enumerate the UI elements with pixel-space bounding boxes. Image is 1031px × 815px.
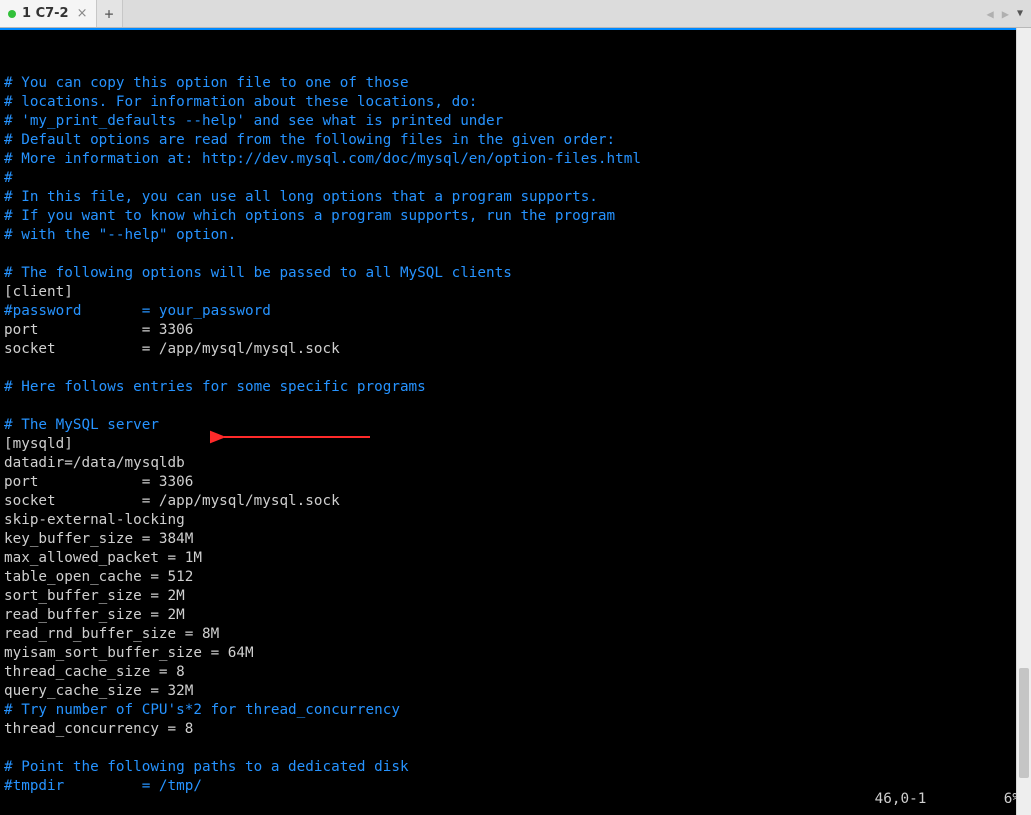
editor-line: # Here follows entries for some specific… xyxy=(4,378,1027,397)
editor-line: # 'my_print_defaults --help' and see wha… xyxy=(4,112,1027,131)
editor-line: # The following options will be passed t… xyxy=(4,264,1027,283)
editor-line: # with the "--help" option. xyxy=(4,226,1027,245)
plus-icon: + xyxy=(105,5,114,23)
editor-line: read_buffer_size = 2M xyxy=(4,606,1027,625)
tab-bar: 1 C7-2 × + ◀ ▶ ▼ xyxy=(0,0,1031,28)
nav-next-icon[interactable]: ▶ xyxy=(1000,7,1011,21)
editor-line: # You can copy this option file to one o… xyxy=(4,74,1027,93)
close-icon[interactable]: × xyxy=(77,6,88,21)
editor-line: myisam_sort_buffer_size = 64M xyxy=(4,644,1027,663)
editor-line: # Default options are read from the foll… xyxy=(4,131,1027,150)
editor-line: skip-external-locking xyxy=(4,511,1027,530)
editor-line: port = 3306 xyxy=(4,473,1027,492)
tab-nav: ◀ ▶ ▼ xyxy=(985,0,1031,27)
editor-line xyxy=(4,245,1027,264)
tab-title: 1 C7-2 xyxy=(22,6,69,21)
tab-menu-icon[interactable]: ▼ xyxy=(1015,8,1025,19)
scrollbar[interactable] xyxy=(1016,28,1031,815)
vim-status-line: 46,0-1 6% xyxy=(875,790,1021,809)
editor-line: # Point the following paths to a dedicat… xyxy=(4,758,1027,777)
scrollbar-thumb[interactable] xyxy=(1019,668,1029,778)
editor-line: # In this file, you can use all long opt… xyxy=(4,188,1027,207)
editor-line xyxy=(4,739,1027,758)
editor-line: # More information at: http://dev.mysql.… xyxy=(4,150,1027,169)
editor-line: #tmpdir = /tmp/ xyxy=(4,777,1027,796)
editor-line: socket = /app/mysql/mysql.sock xyxy=(4,340,1027,359)
editor-line: # If you want to know which options a pr… xyxy=(4,207,1027,226)
cursor-position: 46,0-1 xyxy=(875,791,927,807)
editor-line: socket = /app/mysql/mysql.sock xyxy=(4,492,1027,511)
editor-line xyxy=(4,359,1027,378)
editor-line: # Try number of CPU's*2 for thread_concu… xyxy=(4,701,1027,720)
terminal-viewport[interactable]: # You can copy this option file to one o… xyxy=(0,28,1031,815)
editor-line: max_allowed_packet = 1M xyxy=(4,549,1027,568)
editor-line: query_cache_size = 32M xyxy=(4,682,1027,701)
editor-line: [client] xyxy=(4,283,1027,302)
editor-line: table_open_cache = 512 xyxy=(4,568,1027,587)
editor-line: port = 3306 xyxy=(4,321,1027,340)
editor-content: # You can copy this option file to one o… xyxy=(4,74,1027,796)
editor-line xyxy=(4,397,1027,416)
editor-line: # locations. For information about these… xyxy=(4,93,1027,112)
editor-line: [mysqld] xyxy=(4,435,1027,454)
nav-prev-icon[interactable]: ◀ xyxy=(985,7,996,21)
tab-session-1[interactable]: 1 C7-2 × xyxy=(0,0,97,27)
editor-line: # xyxy=(4,169,1027,188)
editor-line: # The MySQL server xyxy=(4,416,1027,435)
editor-line: read_rnd_buffer_size = 8M xyxy=(4,625,1027,644)
editor-line: thread_cache_size = 8 xyxy=(4,663,1027,682)
editor-line: key_buffer_size = 384M xyxy=(4,530,1027,549)
editor-line: sort_buffer_size = 2M xyxy=(4,587,1027,606)
editor-line: datadir=/data/mysqldb xyxy=(4,454,1027,473)
add-tab-button[interactable]: + xyxy=(97,0,123,27)
tab-status-dot-icon xyxy=(8,10,16,18)
editor-line: thread_concurrency = 8 xyxy=(4,720,1027,739)
editor-line: #password = your_password xyxy=(4,302,1027,321)
